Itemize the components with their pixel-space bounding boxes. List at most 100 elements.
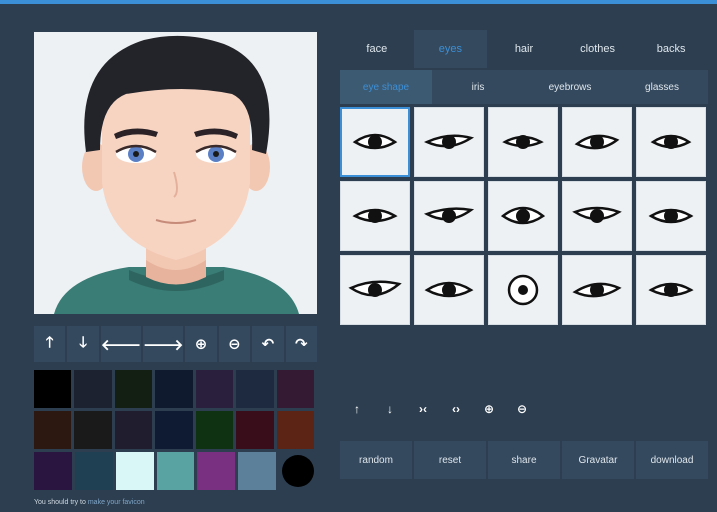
narrow-icon: ›‹ <box>419 402 427 416</box>
zoom-out-button[interactable]: ⊖ <box>507 395 537 423</box>
color-swatch[interactable] <box>282 455 315 487</box>
color-swatch[interactable] <box>238 452 277 490</box>
move-up-icon: ↑ <box>354 402 360 416</box>
random-button[interactable]: random <box>340 441 412 479</box>
eye-shape-option[interactable] <box>562 181 632 251</box>
color-row <box>34 411 317 449</box>
eye-shape-icon <box>500 206 546 225</box>
color-swatch[interactable] <box>34 411 72 449</box>
zoom-out-button[interactable]: ⊖ <box>218 326 251 362</box>
color-swatch[interactable] <box>115 452 154 490</box>
move-left-button[interactable]: 🡐 <box>100 326 142 362</box>
eye-shape-option[interactable] <box>562 255 632 325</box>
color-swatch[interactable] <box>156 452 195 490</box>
zoom-out-icon: ⊖ <box>228 336 241 353</box>
tab-eyes[interactable]: eyes <box>413 30 488 68</box>
color-row <box>34 452 317 490</box>
eye-shape-option[interactable] <box>488 107 558 177</box>
download-button[interactable]: download <box>636 441 708 479</box>
eye-subtabs: eye shape iris eyebrows glasses <box>340 70 708 104</box>
tab-face[interactable]: face <box>340 30 414 68</box>
gravatar-button[interactable]: Gravatar <box>562 441 634 479</box>
eye-shape-option[interactable] <box>488 181 558 251</box>
color-swatch[interactable] <box>236 370 274 408</box>
favicon-link[interactable]: make your favicon <box>88 499 145 506</box>
eye-shape-option[interactable] <box>636 181 706 251</box>
color-swatch[interactable] <box>74 452 113 490</box>
eye-shape-option[interactable] <box>636 255 706 325</box>
color-swatch[interactable] <box>114 411 153 449</box>
color-swatch[interactable] <box>195 411 234 449</box>
narrow-button[interactable]: ›‹ <box>408 395 438 423</box>
move-up-icon: 🡑 <box>45 333 54 351</box>
eye-shape-option[interactable] <box>562 107 632 177</box>
eye-shape-icon <box>572 282 622 298</box>
tab-backs[interactable]: backs <box>634 30 708 68</box>
tab-clothes[interactable]: clothes <box>561 30 635 68</box>
color-swatch[interactable] <box>34 370 72 408</box>
color-swatch[interactable] <box>74 411 112 449</box>
move-down-icon: ↓ <box>387 402 393 416</box>
color-swatch[interactable] <box>114 370 153 408</box>
eye-shape-icon <box>352 133 398 150</box>
move-up-button[interactable]: 🡑 <box>34 326 66 362</box>
color-swatch[interactable] <box>197 452 236 490</box>
zoom-in-icon: ⊕ <box>483 402 495 416</box>
tab-hair[interactable]: hair <box>487 30 561 68</box>
move-down-button[interactable]: ↓ <box>375 395 405 423</box>
eye-shape-icon <box>423 207 475 223</box>
eye-shape-option[interactable] <box>414 181 484 251</box>
widen-icon: ‹› <box>452 402 460 416</box>
move-up-button[interactable]: ↑ <box>342 395 372 423</box>
eye-shape-icon <box>424 281 474 298</box>
color-swatch[interactable] <box>276 370 314 408</box>
color-swatch[interactable] <box>276 411 314 449</box>
zoom-out-icon: ⊖ <box>516 402 528 416</box>
eye-shape-icon <box>507 274 539 306</box>
favicon-hint: You should try to make your favicon <box>34 499 145 506</box>
move-down-button[interactable]: 🡓 <box>67 326 99 362</box>
eye-shape-option[interactable] <box>340 107 410 177</box>
eye-shape-option[interactable] <box>488 255 558 325</box>
rotate-right-icon: ↷ <box>295 336 308 353</box>
color-swatch[interactable] <box>236 411 274 449</box>
top-accent-line <box>0 0 717 4</box>
reset-button[interactable]: reset <box>414 441 486 479</box>
move-down-icon: 🡓 <box>79 333 88 351</box>
eye-shape-option[interactable] <box>636 107 706 177</box>
subtab-eyebrows[interactable]: eyebrows <box>524 70 616 104</box>
subtab-iris[interactable]: iris <box>432 70 524 104</box>
eye-shape-option[interactable] <box>340 181 410 251</box>
eye-shape-option[interactable] <box>414 255 484 325</box>
color-swatch[interactable] <box>74 370 112 408</box>
widen-button[interactable]: ‹› <box>441 395 471 423</box>
move-left-icon: 🡐 <box>100 336 142 354</box>
zoom-in-button[interactable]: ⊕ <box>185 326 217 362</box>
color-swatch[interactable] <box>195 370 234 408</box>
position-tools: ↑ ↓ ›‹ ‹› ⊕ ⊖ <box>342 395 540 423</box>
subtab-glasses[interactable]: glasses <box>616 70 708 104</box>
eye-shape-icon <box>352 208 398 223</box>
eye-shape-option[interactable] <box>340 255 410 325</box>
color-row <box>34 370 317 408</box>
zoom-in-button[interactable]: ⊕ <box>474 395 504 423</box>
color-swatch[interactable] <box>155 370 193 408</box>
eye-shape-icon <box>648 208 694 224</box>
hint-text: You should try to <box>34 499 88 506</box>
eye-shape-icon <box>423 134 475 149</box>
avatar-preview <box>34 32 317 314</box>
eye-shape-icon <box>348 280 402 297</box>
rotate-right-button[interactable]: ↷ <box>285 326 317 362</box>
share-button[interactable]: share <box>488 441 560 479</box>
eye-shape-icon <box>502 135 544 149</box>
eye-shape-option[interactable] <box>414 107 484 177</box>
zoom-in-icon: ⊕ <box>194 336 208 353</box>
move-right-button[interactable]: 🡒 <box>143 326 184 362</box>
color-swatch[interactable] <box>155 411 193 449</box>
subtab-eye-shape[interactable]: eye shape <box>340 70 432 104</box>
eye-shape-icon <box>574 134 620 150</box>
avatar-face-image <box>34 32 317 314</box>
category-tabs: face eyes hair clothes backs <box>340 30 708 68</box>
color-swatch[interactable] <box>34 452 72 490</box>
rotate-left-button[interactable]: ↶ <box>252 326 284 362</box>
